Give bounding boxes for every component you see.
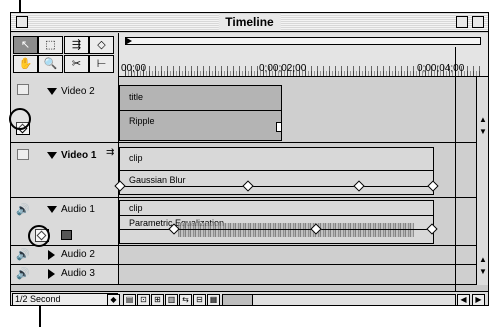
expand-triangle-icon[interactable]	[48, 269, 55, 279]
toggle-snap-icon[interactable]: ⊟	[193, 294, 206, 305]
clip-label: clip	[129, 203, 143, 213]
scroll-right-arrow-icon[interactable]: ▶	[472, 294, 485, 305]
scroll-thumb[interactable]	[223, 295, 253, 305]
clip-video[interactable]: clip Gaussian Blur	[114, 147, 439, 195]
sync-mode-icon[interactable]: ⇆	[179, 294, 192, 305]
effect-row: Parametric Equalization	[120, 215, 433, 228]
track-area-audio-3[interactable]	[119, 265, 476, 285]
scroll-left-arrow-icon[interactable]: ◀	[457, 294, 470, 305]
tool-palette: ↖ ⬚ ⇶ ◇ ✋ 🔍 ✂ ⊢	[11, 33, 119, 77]
time-unit-label: 1/2 Second	[15, 294, 61, 304]
work-area-bar[interactable]	[125, 37, 481, 45]
collapse-triangle-icon[interactable]	[47, 152, 57, 159]
zoom-tool-icon[interactable]: 🔍	[38, 55, 63, 73]
track-area-audio-1[interactable]: clip Parametric Equalization	[119, 198, 476, 246]
zoom-box-icon[interactable]	[456, 16, 468, 28]
time-unit-arrow-icon[interactable]: ◆	[107, 294, 120, 305]
ruler-time-1: 0;00;02;00	[259, 63, 307, 74]
track-name: Audio 3	[61, 268, 95, 279]
effect-row: Gaussian Blur	[120, 170, 433, 185]
clip-label: title	[129, 92, 144, 102]
time-ruler[interactable]: 00;00 0;00;02;00 0;00;04;00	[119, 33, 488, 77]
effect-value-line	[120, 186, 433, 187]
current-time-line	[455, 47, 456, 291]
volume-rubber-band[interactable]	[120, 229, 433, 230]
scroll-arrow-icon[interactable]: ▲	[479, 115, 487, 124]
track-name: Audio 2	[61, 249, 95, 260]
track-area-audio-2[interactable]	[119, 246, 476, 265]
track-name: Video 1	[61, 150, 97, 161]
close-box-icon[interactable]	[16, 16, 28, 28]
window-title: Timeline	[218, 14, 281, 30]
track-format-icon[interactable]: ▤	[123, 294, 136, 305]
eye-icon[interactable]	[17, 149, 29, 160]
audio-waveform	[178, 223, 414, 237]
selection-tool-icon[interactable]: ↖	[13, 36, 38, 54]
zoom-slider-icon[interactable]: ▦	[207, 294, 220, 305]
track-area-video-2[interactable]: title Ripple	[119, 77, 476, 143]
track-options-icon[interactable]: ⇉	[106, 147, 114, 158]
effect-label: Ripple	[129, 116, 155, 126]
track-name: Video 2	[61, 86, 95, 97]
collapse-triangle-icon[interactable]	[47, 88, 57, 95]
clip-end-handle[interactable]	[276, 122, 282, 132]
track-header-video-1[interactable]: Video 1 ⇉	[11, 143, 119, 198]
collapse-triangle-icon[interactable]	[47, 206, 57, 213]
track-name: Audio 1	[61, 204, 95, 215]
track-header-audio-2[interactable]: 🔊 Audio 2	[11, 246, 119, 265]
keyframe-icon[interactable]	[353, 180, 365, 192]
clip-label: clip	[129, 153, 143, 163]
solo-button-icon[interactable]	[61, 230, 72, 240]
scroll-arrow-icon[interactable]: ▲	[479, 255, 487, 264]
clip-audio[interactable]: clip Parametric Equalization	[119, 200, 438, 244]
time-unit-menu[interactable]: 1/2 Second	[12, 293, 118, 305]
track-header-audio-3[interactable]: 🔊 Audio 3	[11, 265, 119, 285]
keyframe-icon[interactable]	[427, 180, 439, 192]
collapse-box-icon[interactable]	[472, 16, 484, 28]
clip-title[interactable]: title Ripple	[119, 85, 282, 141]
eye-icon[interactable]	[17, 84, 29, 95]
keyframe-icon[interactable]	[242, 180, 254, 192]
marquee-tool-icon[interactable]: ⬚	[38, 36, 63, 54]
track-tool-icon[interactable]: ⇶	[64, 36, 89, 54]
ruler-time-0: 00;00	[121, 63, 147, 74]
ruler-time-2: 0;00;04;00	[417, 63, 465, 74]
callout-ring-bottom	[28, 225, 50, 247]
effect-label: Gaussian Blur	[129, 175, 186, 185]
razor-tool-icon[interactable]: ✂	[64, 55, 89, 73]
title-bar[interactable]: Timeline	[11, 13, 488, 32]
horizontal-scrollbar[interactable]	[222, 294, 456, 305]
timeline-window: Timeline ↖ ⬚ ⇶ ◇ ✋ 🔍 ✂ ⊢ 00;00 0;00;02;0…	[10, 12, 489, 306]
scroll-arrow-icon[interactable]: ▼	[479, 127, 487, 136]
callout-ring-top	[9, 108, 31, 130]
keyframe-icon[interactable]	[426, 223, 438, 235]
vertical-scrollbar[interactable]: ▲ ▼ ▲ ▼	[476, 77, 488, 285]
edit-tool-icon[interactable]: ⊢	[89, 55, 114, 73]
speaker-icon[interactable]: 🔊	[16, 248, 30, 261]
effect-row: Ripple	[120, 110, 281, 126]
shift-tracks-icon[interactable]: ▥	[165, 294, 178, 305]
edge-view-icon[interactable]: ⊞	[151, 294, 164, 305]
speaker-icon[interactable]: 🔊	[16, 267, 30, 280]
track-header-audio-1[interactable]: 🔊 Audio 1	[11, 198, 119, 246]
in-out-tool-icon[interactable]: ◇	[89, 36, 114, 54]
hand-tool-icon[interactable]: ✋	[13, 55, 38, 73]
speaker-icon[interactable]: 🔊	[16, 203, 30, 216]
scroll-arrow-icon[interactable]: ▼	[479, 267, 487, 276]
expand-triangle-icon[interactable]	[48, 250, 55, 260]
bottom-bar: 1/2 Second ◆ ▤ ⊡ ⊞ ▥ ⇆ ⊟ ▦ ◀ ▶	[11, 291, 488, 305]
track-area-video-1[interactable]: clip Gaussian Blur	[114, 143, 476, 198]
snap-edges-icon[interactable]: ⊡	[137, 294, 150, 305]
